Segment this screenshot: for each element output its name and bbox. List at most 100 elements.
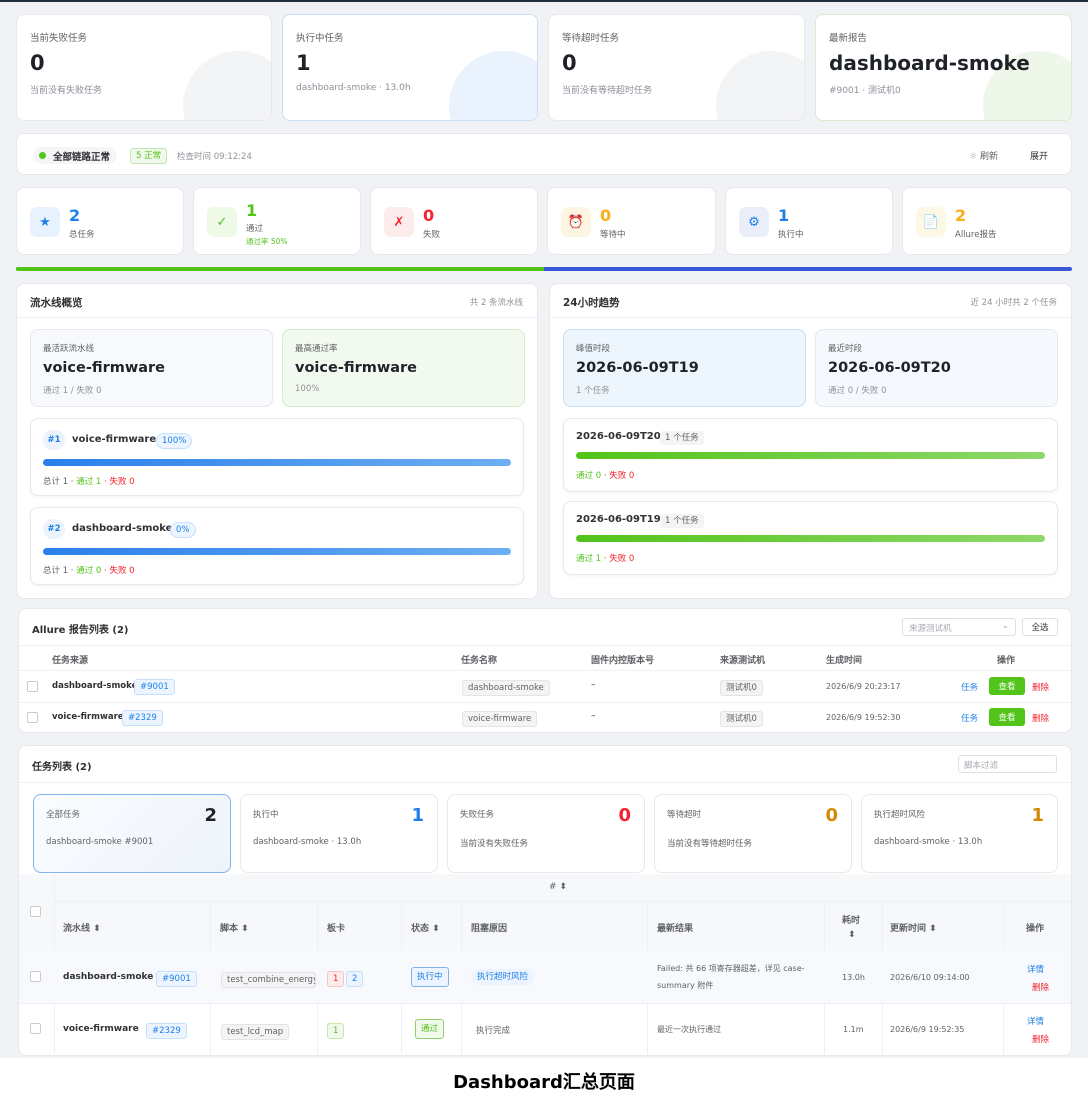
summary-card-latest-report[interactable]: 最新报告 dashboard-smoke #9001 · 测试机0: [815, 14, 1072, 121]
pipeline-bar: [43, 548, 511, 555]
mini-value: 2026-06-09T20: [828, 360, 951, 376]
pipeline-name: dashboard-smoke: [63, 972, 154, 982]
row-checkbox[interactable]: [30, 1023, 41, 1034]
stat-card-waiting[interactable]: ⏰ 0 等待中: [547, 187, 716, 255]
rank-badge: #2: [43, 519, 65, 539]
col-header-latest-result: 最新结果: [657, 924, 694, 934]
col-header-status[interactable]: 状态 ⬍: [411, 921, 440, 934]
report-name: voice-firmware: [462, 711, 538, 727]
delete-link[interactable]: 删除: [1032, 1033, 1049, 1045]
summary-sub: dashboard-smoke · 13.0h: [296, 83, 411, 93]
detail-link[interactable]: 详情: [1027, 1015, 1044, 1027]
summary-card-running[interactable]: 执行中任务 1 dashboard-smoke · 13.0h: [282, 14, 538, 121]
best-pass-rate-pipeline: 最高通过率 voice-firmware 100%: [282, 329, 525, 407]
task-link[interactable]: 任务: [961, 712, 978, 724]
row-checkbox[interactable]: [27, 712, 38, 723]
select-all-button[interactable]: 全选: [1022, 618, 1058, 636]
task-card-value: 1: [1031, 805, 1044, 826]
mini-value: voice-firmware: [295, 360, 418, 376]
source-machine-select[interactable]: 来源测试机 ⌄: [902, 618, 1016, 636]
pipeline-item[interactable]: #1 voice-firmware 100% 总计 1 · 通过 1 · 失败 …: [30, 418, 524, 496]
task-card-title: 等待超时: [667, 810, 702, 820]
stat-icon-glyph: ⏰: [567, 214, 585, 230]
rank-badge: #1: [43, 430, 65, 450]
stat-card-total[interactable]: ★ 2 总任务: [16, 187, 184, 255]
mini-sub: 1 个任务: [576, 386, 610, 396]
expand-button[interactable]: 展开: [1030, 149, 1048, 162]
task-id[interactable]: #2329: [146, 1023, 187, 1039]
table-row[interactable]: voice-firmware #2329 voice-firmware – 测试…: [19, 703, 1071, 732]
pass-rate: 通过率 50%: [246, 237, 288, 246]
sort-icon[interactable]: ⬍: [848, 930, 856, 940]
board-tag: 1: [327, 971, 345, 987]
summary-card-failed[interactable]: 当前失败任务 0 当前没有失败任务: [16, 14, 272, 121]
task-list-panel: 任务列表 (2) 脚本过滤 全部任务 2 dashboard-smoke #90…: [18, 745, 1072, 1056]
generated-time: 2026/6/9 19:52:30: [826, 713, 901, 722]
col-header-duration[interactable]: 耗时: [842, 913, 860, 926]
caption-area: Dashboard汇总页面: [0, 1058, 1088, 1104]
detail-link[interactable]: 详情: [1027, 963, 1044, 975]
table-row[interactable]: dashboard-smoke #9001 test_combine_energ…: [19, 951, 1071, 1003]
report-id[interactable]: #9001: [134, 679, 175, 695]
stat-card-allure[interactable]: 📄 2 Allure报告: [902, 187, 1072, 255]
divider: [55, 901, 1071, 902]
stat-card-running[interactable]: ⚙ 1 执行中: [725, 187, 893, 255]
stat-label: Allure报告: [955, 230, 997, 240]
delete-link[interactable]: 删除: [1032, 681, 1049, 693]
mini-sub: 通过 1 / 失败 0: [43, 386, 102, 396]
col-header-script[interactable]: 脚本 ⬍: [220, 921, 249, 934]
health-label: 全部链路正常: [53, 152, 111, 163]
task-card-timeout-risk[interactable]: 执行超时风险 1 dashboard-smoke · 13.0h: [861, 794, 1058, 873]
task-id[interactable]: #9001: [156, 971, 197, 987]
top-border: [0, 0, 1088, 2]
index-header[interactable]: # ⬍: [549, 882, 567, 892]
task-card-failed[interactable]: 失败任务 0 当前没有失败任务: [447, 794, 645, 873]
pipeline-name: dashboard-smoke: [72, 523, 173, 534]
table-row[interactable]: dashboard-smoke #9001 dashboard-smoke – …: [19, 671, 1071, 702]
stat-card-passed[interactable]: ✓ 1 通过 通过率 50%: [193, 187, 361, 255]
task-card-wait-timeout[interactable]: 等待超时 0 当前没有等待超时任务: [654, 794, 852, 873]
view-button[interactable]: 查看: [989, 708, 1025, 726]
summary-card-timeout[interactable]: 等待超时任务 0 当前没有等待超时任务: [548, 14, 805, 121]
delete-link[interactable]: 删除: [1032, 981, 1049, 993]
task-link[interactable]: 任务: [961, 681, 978, 693]
delete-link[interactable]: 删除: [1032, 712, 1049, 724]
summary-value: 1: [296, 51, 311, 75]
stat-fail: · 失败 0: [101, 477, 135, 487]
report-id[interactable]: #2329: [122, 710, 163, 726]
trend-item[interactable]: 2026-06-09T20 1 个任务 通过 0 · 失败 0: [563, 418, 1058, 492]
stat-fail: · 失败 0: [101, 566, 135, 576]
table-row[interactable]: voice-firmware #2329 test_lcd_map 1 通过 执…: [19, 1004, 1071, 1055]
row-checkbox[interactable]: [27, 681, 38, 692]
stat-value: 1: [246, 201, 258, 220]
refresh-button[interactable]: ☼ 刷新: [969, 149, 998, 162]
trend-item[interactable]: 2026-06-09T19 1 个任务 通过 1 · 失败 0: [563, 501, 1058, 575]
task-card-running[interactable]: 执行中 1 dashboard-smoke · 13.0h: [240, 794, 438, 873]
trend-count: 近 24 小时共 2 个任务: [970, 298, 1057, 308]
health-pill: 全部链路正常: [33, 147, 118, 164]
page-caption: Dashboard汇总页面: [453, 1072, 635, 1093]
task-card-sub: 当前没有等待超时任务: [667, 839, 753, 849]
stat-card-failed[interactable]: ✗ 0 失败: [370, 187, 538, 255]
check-time: 检查时间 09:12:24: [177, 152, 252, 162]
block-reason: 执行完成: [476, 1026, 511, 1036]
task-card-all[interactable]: 全部任务 2 dashboard-smoke #9001: [33, 794, 231, 873]
progress-pass-segment: [16, 267, 544, 271]
pipeline-item[interactable]: #2 dashboard-smoke 0% 总计 1 · 通过 0 · 失败 0: [30, 507, 524, 585]
script-filter-input[interactable]: 脚本过滤: [958, 755, 1057, 773]
stat-value: 2: [955, 206, 967, 225]
machine-tag: 测试机0: [720, 680, 763, 696]
mini-title: 最高通过率: [295, 344, 338, 354]
col-header-updated[interactable]: 更新时间 ⬍: [890, 921, 937, 934]
stat-label: 等待中: [600, 230, 626, 240]
col-header-pipeline[interactable]: 流水线 ⬍: [63, 921, 101, 934]
row-checkbox[interactable]: [30, 971, 41, 982]
stat-label: 通过: [246, 224, 264, 234]
pipeline-bar: [43, 459, 511, 466]
col-header-board: 板卡: [327, 924, 346, 934]
view-button[interactable]: 查看: [989, 677, 1025, 695]
select-all-checkbox[interactable]: [30, 906, 41, 917]
trend-time: 2026-06-09T19: [576, 514, 661, 525]
overall-progress-bar: [16, 267, 1072, 271]
alarm-clock-icon: ⏰: [561, 207, 591, 237]
